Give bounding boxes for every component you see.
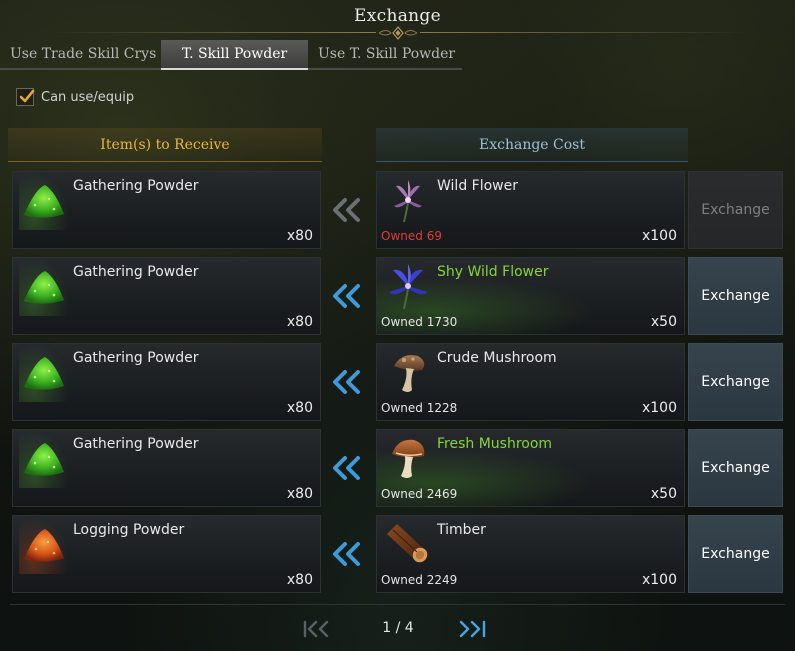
exchange-row-5: Logging Powder x80 Timber Owned 2249 x10… [0,515,795,593]
exchange-button[interactable]: Exchange [688,343,783,421]
gathering-powder-icon [24,271,64,304]
window-title: Exchange [354,6,441,26]
tab-bar: Use Trade Skill Crys T. Skill Powder Use… [0,40,462,70]
owned-value: 2469 [426,487,458,501]
receive-item-card[interactable]: Gathering Powder x80 [12,429,321,507]
owned-label: Owned [381,573,423,587]
wild-flower-icon [394,180,422,223]
title-divider-left [46,32,376,33]
cost-item-icon-slot [383,430,433,488]
owned-count: Owned 69 [381,229,442,243]
cost-item-card[interactable]: Timber Owned 2249 x100 [376,515,685,593]
cost-item-quantity: x100 [641,572,677,588]
receive-item-card[interactable]: Gathering Powder x80 [12,343,321,421]
owned-label: Owned [381,315,423,329]
owned-count: Owned 1228 [381,401,457,415]
owned-value: 2249 [426,573,458,587]
can-use-equip-filter[interactable]: Can use/equip [16,88,134,106]
cost-item-icon-slot [383,516,433,574]
receive-item-icon-slot [19,172,69,230]
checkmark-icon [19,89,35,103]
tab-t-skill-powder[interactable]: T. Skill Powder [161,40,308,70]
gathering-powder-icon [24,185,64,218]
items-to-receive-header: Item(s) to Receive [8,128,322,162]
gathering-powder-icon [24,443,64,476]
owned-value: 1228 [426,401,458,415]
cost-item-card[interactable]: Shy Wild Flower Owned 1730 x50 [376,257,685,335]
title-divider-right [420,32,750,33]
receive-item-card[interactable]: Logging Powder x80 [12,515,321,593]
footer-divider [10,604,785,605]
cost-item-name: Shy Wild Flower [437,264,549,280]
cost-item-quantity: x50 [650,486,677,502]
fresh-mushroom-icon [392,439,425,478]
owned-count: Owned 1730 [381,315,457,329]
can-use-equip-checkbox[interactable] [16,88,35,106]
exchange-arrow-icon [333,284,360,308]
owned-label: Owned [381,487,423,501]
last-page-icon[interactable] [456,618,490,640]
cost-item-icon-slot [383,344,433,402]
exchange-button[interactable]: Exchange [688,515,783,593]
cost-item-card[interactable]: Crude Mushroom Owned 1228 x100 [376,343,685,421]
exchange-row-3: Gathering Powder x80 Crude Mushroom Owne… [0,343,795,421]
cost-item-quantity: x50 [650,314,677,330]
exchange-cost-header: Exchange Cost [376,128,688,162]
cost-item-icon-slot [383,172,433,230]
cost-item-name: Crude Mushroom [437,350,557,366]
cost-item-quantity: x100 [641,400,677,416]
exchange-row-2: Gathering Powder x80 Shy Wild Flower Own… [0,257,795,335]
page-indicator: 1 / 4 [382,620,414,636]
receive-item-card[interactable]: Gathering Powder x80 [12,171,321,249]
shy-wild-flower-icon [389,264,427,310]
exchange-arrow-icon [333,542,360,566]
tab-use-t-skill-powder[interactable]: Use T. Skill Powder [308,40,462,70]
cost-item-card[interactable]: Fresh Mushroom Owned 2469 x50 [376,429,685,507]
tab-use-trade-skill-crys[interactable]: Use Trade Skill Crys [0,40,161,70]
crude-mushroom-icon [394,355,425,392]
owned-value: 1730 [426,315,458,329]
receive-item-quantity: x80 [286,572,313,588]
gathering-powder-icon [24,357,64,390]
owned-label: Owned [381,229,423,243]
exchange-row-4: Gathering Powder x80 Fresh Mushroom Owne… [0,429,795,507]
receive-item-name: Gathering Powder [73,436,199,452]
receive-item-quantity: x80 [286,228,313,244]
owned-label: Owned [381,401,423,415]
cost-item-name: Timber [437,522,486,538]
owned-count: Owned 2469 [381,487,457,501]
logging-powder-icon [24,529,64,562]
cost-item-name: Fresh Mushroom [437,436,553,452]
first-page-icon[interactable] [300,618,334,640]
title-ornament-icon [378,26,418,40]
cost-item-quantity: x100 [641,228,677,244]
receive-item-icon-slot [19,516,69,574]
receive-item-quantity: x80 [286,400,313,416]
receive-item-name: Gathering Powder [73,350,199,366]
receive-item-quantity: x80 [286,314,313,330]
exchange-arrow-icon [333,198,360,222]
exchange-arrow-icon [333,370,360,394]
exchange-button[interactable]: Exchange [688,429,783,507]
receive-item-icon-slot [19,258,69,316]
receive-item-quantity: x80 [286,486,313,502]
exchange-arrow-icon [333,456,360,480]
receive-item-icon-slot [19,344,69,402]
receive-item-name: Gathering Powder [73,264,199,280]
exchange-row-1: Gathering Powder x80 Wild Flower Owned 6… [0,171,795,249]
receive-item-card[interactable]: Gathering Powder x80 [12,257,321,335]
owned-value: 69 [426,229,442,243]
receive-item-name: Logging Powder [73,522,185,538]
cost-item-name: Wild Flower [437,178,518,194]
cost-item-icon-slot [383,258,433,316]
owned-count: Owned 2249 [381,573,457,587]
timber-icon [387,524,428,563]
receive-item-name: Gathering Powder [73,178,199,194]
pagination: 1 / 4 [0,618,795,640]
exchange-button[interactable]: Exchange [688,171,783,249]
cost-item-card[interactable]: Wild Flower Owned 69 x100 [376,171,685,249]
exchange-button[interactable]: Exchange [688,257,783,335]
receive-item-icon-slot [19,430,69,488]
can-use-equip-label: Can use/equip [41,89,135,105]
